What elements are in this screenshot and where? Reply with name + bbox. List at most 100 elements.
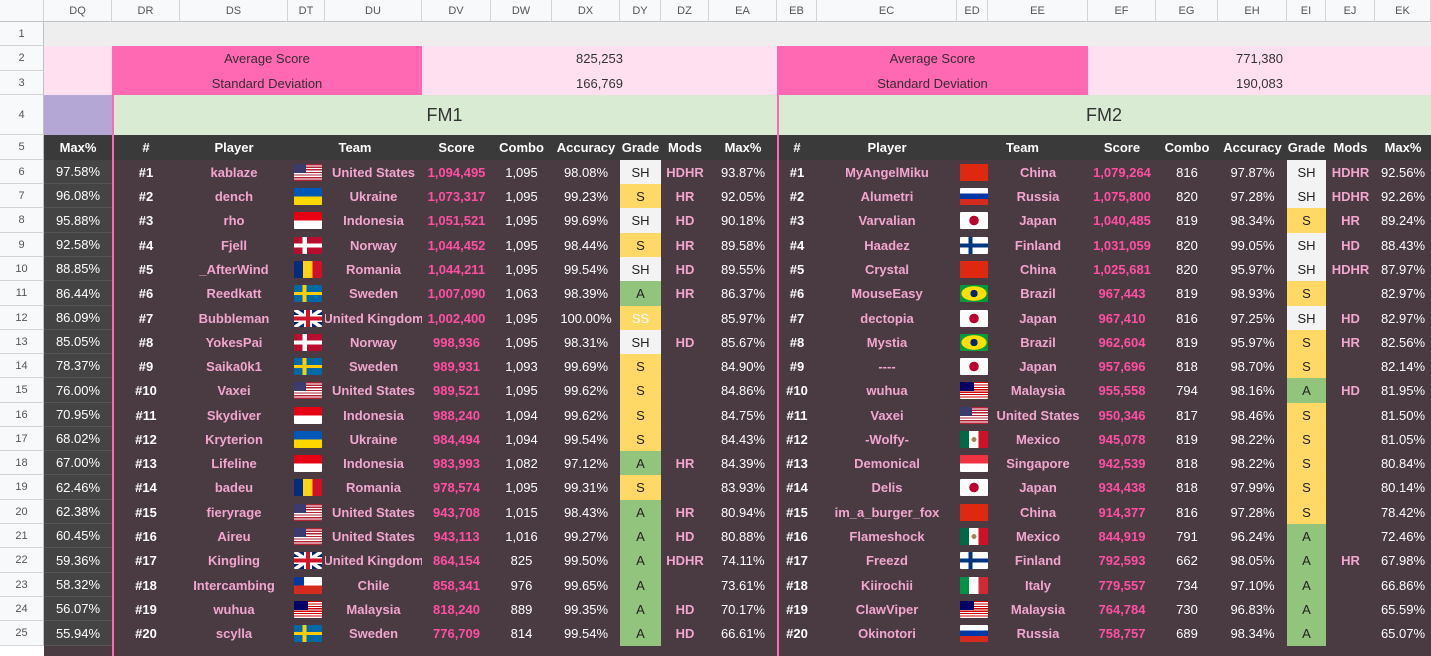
flag-it-icon <box>959 576 988 594</box>
row-header[interactable]: 19 <box>0 475 44 500</box>
flag-my-icon <box>959 382 988 399</box>
player-name-fm2[interactable]: ---- <box>817 354 957 378</box>
column-header[interactable]: DV <box>422 0 491 22</box>
row-header[interactable]: 3 <box>0 71 44 95</box>
column-header[interactable]: EE <box>988 0 1088 22</box>
player-name[interactable]: Skydiver <box>180 403 288 427</box>
row-header[interactable]: 22 <box>0 548 44 573</box>
row-header[interactable]: 18 <box>0 451 44 475</box>
column-header[interactable]: DU <box>325 0 422 22</box>
row-header[interactable]: 4 <box>0 95 44 135</box>
column-header[interactable]: EF <box>1088 0 1156 22</box>
column-header[interactable]: DR <box>112 0 180 22</box>
flag-jp-icon <box>959 479 988 496</box>
row-header[interactable]: 23 <box>0 573 44 597</box>
accuracy-value: 99.35% <box>563 601 609 617</box>
player-name[interactable]: wuhua <box>180 597 288 621</box>
player-name[interactable]: _AfterWind <box>180 257 288 281</box>
player-name-fm2[interactable]: Flameshock <box>817 524 957 548</box>
column-header[interactable]: DX <box>552 0 620 22</box>
player-name-fm2[interactable]: ClawViper <box>817 597 957 621</box>
player-name-fm2[interactable]: Alumetri <box>817 184 957 208</box>
row-header[interactable]: 11 <box>0 281 44 306</box>
column-header[interactable]: DQ <box>44 0 112 22</box>
player-name[interactable]: kablaze <box>180 160 288 184</box>
player-name-fm2[interactable]: -Wolfy- <box>817 427 957 451</box>
row-header[interactable]: 9 <box>0 233 44 257</box>
column-header[interactable]: DS <box>180 0 288 22</box>
player-name-fm2[interactable]: Crystal <box>817 257 957 281</box>
player-name[interactable]: rho <box>180 208 288 233</box>
column-header[interactable]: EG <box>1156 0 1218 22</box>
team-name: Romania <box>346 480 401 495</box>
player-name-fm2[interactable]: Kiirochii <box>817 573 957 597</box>
rank: #5 <box>138 261 154 277</box>
select-all-corner[interactable] <box>0 0 44 22</box>
column-header[interactable]: EH <box>1218 0 1287 22</box>
team-name: Sweden <box>348 358 399 374</box>
mods-value <box>661 573 709 597</box>
player-name[interactable]: Kryterion <box>180 427 288 451</box>
player-name-fm2[interactable]: MyAngelMiku <box>817 160 957 184</box>
player-name[interactable]: fieryrage <box>180 500 288 524</box>
row-header[interactable]: 10 <box>0 257 44 281</box>
column-header[interactable]: EA <box>709 0 777 22</box>
row-header[interactable]: 17 <box>0 427 44 451</box>
player-name-fm2[interactable]: Haadez <box>817 233 957 257</box>
player-name[interactable]: YokesPai <box>180 330 288 354</box>
row-header[interactable]: 2 <box>0 46 44 71</box>
row-header[interactable]: 7 <box>0 184 44 208</box>
player-name-fm2[interactable]: Varvalian <box>817 208 957 233</box>
player-name[interactable]: Intercambing <box>180 573 288 597</box>
team-name-fm2: Finland <box>1014 237 1062 253</box>
row-header[interactable]: 21 <box>0 524 44 548</box>
player-name[interactable]: Fjell <box>180 233 288 257</box>
row-header[interactable]: 6 <box>0 160 44 184</box>
column-header[interactable]: DT <box>288 0 325 22</box>
player-name-fm2[interactable]: Vaxei <box>817 403 957 427</box>
score-value-fm2: 758,757 <box>1098 626 1146 641</box>
player-name-fm2[interactable]: Okinotori <box>817 621 957 646</box>
player-name-fm2[interactable]: wuhua <box>817 378 957 403</box>
combo-value: 1,095 <box>505 237 538 253</box>
player-name-fm2[interactable]: im_a_burger_fox <box>817 500 957 524</box>
player-name-fm2[interactable]: dectopia <box>817 306 957 330</box>
player-name[interactable]: Aireu <box>180 524 288 548</box>
flag-no-icon <box>288 233 327 257</box>
row-header[interactable]: 25 <box>0 621 44 646</box>
column-header[interactable]: EJ <box>1326 0 1375 22</box>
player-name[interactable]: Reedkatt <box>180 281 288 306</box>
player-name[interactable]: Saika0k1 <box>180 354 288 378</box>
player-name[interactable]: dench <box>180 184 288 208</box>
rank: #15 <box>135 504 157 520</box>
row-header[interactable]: 15 <box>0 378 44 403</box>
column-header[interactable]: DW <box>491 0 552 22</box>
column-header[interactable]: DY <box>620 0 661 22</box>
column-header[interactable]: EB <box>777 0 817 22</box>
row-header[interactable]: 16 <box>0 403 44 427</box>
row-header[interactable]: 12 <box>0 306 44 330</box>
row-header[interactable]: 8 <box>0 208 44 233</box>
column-header[interactable]: EI <box>1287 0 1326 22</box>
row-header[interactable]: 14 <box>0 354 44 378</box>
player-name-fm2[interactable]: Demonical <box>817 451 957 475</box>
player-name[interactable]: Kingling <box>180 548 288 573</box>
row-header[interactable]: 20 <box>0 500 44 524</box>
player-name-fm2[interactable]: Mystia <box>817 330 957 354</box>
column-header[interactable]: DZ <box>661 0 709 22</box>
player-name[interactable]: Bubbleman <box>180 306 288 330</box>
row-header[interactable]: 1 <box>0 22 44 46</box>
row-header[interactable]: 24 <box>0 597 44 621</box>
player-name[interactable]: Vaxei <box>180 378 288 403</box>
player-name[interactable]: Lifeline <box>180 451 288 475</box>
row-header[interactable]: 5 <box>0 135 44 160</box>
column-header[interactable]: ED <box>957 0 988 22</box>
column-header[interactable]: EK <box>1375 0 1431 22</box>
row-header[interactable]: 13 <box>0 330 44 354</box>
player-name-fm2[interactable]: MouseEasy <box>817 281 957 306</box>
player-name-fm2[interactable]: Delis <box>817 475 957 500</box>
player-name[interactable]: scylla <box>180 621 288 646</box>
column-header[interactable]: EC <box>817 0 957 22</box>
player-name[interactable]: badeu <box>180 475 288 500</box>
player-name-fm2[interactable]: Freezd <box>817 548 957 573</box>
